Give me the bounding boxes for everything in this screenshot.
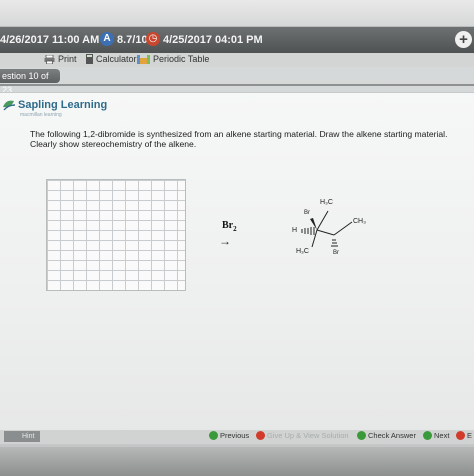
drawing-canvas[interactable] — [46, 179, 186, 291]
gradebook-date: 4/25/2017 04:01 PM — [163, 34, 263, 46]
hint-button[interactable]: Hint — [4, 431, 41, 442]
next-label: Next — [434, 431, 450, 440]
print-label: Print — [58, 54, 77, 64]
reagent-label: Br2 — [222, 220, 237, 233]
check-answer-button[interactable]: Check Answer — [357, 431, 416, 440]
next-arrow-icon — [423, 431, 432, 440]
left-hydrogen-label: H — [292, 227, 298, 234]
clock-icon: ◷ — [146, 32, 160, 46]
bottom-bromine-label: Br — [333, 250, 339, 256]
reagent-main: Br — [222, 220, 234, 231]
right-methyl-label: CH₃ — [353, 218, 366, 225]
periodic-table-icon — [137, 55, 150, 64]
browser-top-strip — [0, 0, 474, 27]
next-button[interactable]: Next — [423, 431, 449, 440]
question-navigation-bar: Hint Previous Give Up & View Solution Ch… — [0, 430, 474, 444]
brand-name: Sapling Learning — [18, 99, 108, 111]
brand-subtitle: macmillan learning — [20, 112, 62, 118]
previous-button[interactable]: Previous — [209, 431, 249, 440]
check-answer-label: Check Answer — [368, 431, 416, 440]
top-bromine-label: Br — [304, 210, 310, 216]
periodic-table-label: Periodic Table — [153, 54, 210, 64]
give-up-icon — [256, 431, 265, 440]
sapling-logo-icon — [3, 100, 16, 111]
printer-icon — [44, 55, 55, 64]
calculator-button[interactable]: Calculator — [86, 54, 137, 64]
top-methyl-label: H₃C — [320, 199, 333, 206]
question-tab[interactable]: estion 10 of 23 — [0, 69, 60, 95]
tab-divider — [0, 84, 474, 86]
calculator-label: Calculator — [96, 54, 137, 64]
reagent-subscript: 2 — [233, 225, 237, 233]
exit-label: E — [467, 431, 473, 440]
score-icon: A — [100, 32, 114, 46]
periodic-table-button[interactable]: Periodic Table — [137, 54, 209, 64]
give-up-button[interactable]: Give Up & View Solution — [256, 431, 349, 440]
screen: 4/26/2017 11:00 AM A 8.7/10 ◷ 4/25/2017 … — [0, 0, 474, 476]
reaction-arrow: → — [219, 234, 231, 248]
question-text: The following 1,2-dibromide is synthesiz… — [30, 129, 448, 149]
give-up-label: Give Up & View Solution — [267, 431, 349, 440]
question-panel: Sapling Learning macmillan learning The … — [0, 92, 474, 438]
toolbar: Print Calculator Periodic Table — [0, 53, 474, 67]
screen-bottom-edge — [0, 447, 474, 476]
exit-button[interactable]: E — [456, 431, 472, 440]
exit-icon — [456, 431, 465, 440]
bottom-methyl-label: H₃C — [296, 248, 309, 255]
check-icon — [357, 431, 366, 440]
previous-arrow-icon — [209, 431, 218, 440]
calculator-icon — [86, 54, 93, 64]
print-button[interactable]: Print — [44, 54, 77, 64]
hint-label: Hint — [22, 433, 35, 440]
assignment-status-bar: 4/26/2017 11:00 AM A 8.7/10 ◷ 4/25/2017 … — [0, 27, 474, 53]
dibromide-structure: H₃C Br CH₃ H H₃C Br — [282, 197, 372, 267]
due-date: 4/26/2017 11:00 AM — [0, 34, 100, 46]
previous-label: Previous — [220, 431, 250, 440]
score: 8.7/10 — [117, 34, 148, 46]
expand-icon[interactable]: + — [455, 31, 472, 48]
